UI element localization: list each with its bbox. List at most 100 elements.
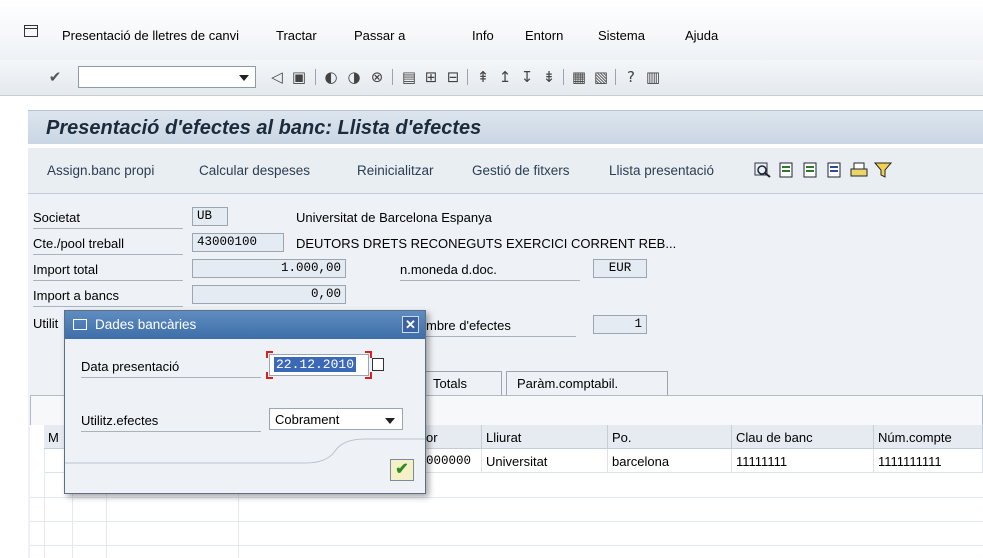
calendar-icon[interactable] (372, 358, 384, 371)
table-cell[interactable]: Universitat (482, 449, 608, 473)
cte-pool-description: DEUTORS DRETS RECONEGUTS EXERCICI CORREN… (296, 236, 677, 251)
toolbar-separator (563, 69, 564, 85)
window-icon (73, 319, 87, 330)
llista-presentacio-button[interactable]: Llista presentació (609, 163, 714, 178)
date-label: Data presentació (81, 359, 180, 374)
grid-line (44, 449, 45, 558)
nombre-efectes-field[interactable]: 1 (593, 315, 647, 334)
menu-tractar[interactable]: Tractar (276, 28, 317, 43)
last-page-icon[interactable]: ⇟ (540, 68, 558, 86)
table-cell[interactable]: barcelona (608, 449, 732, 473)
page-title: Presentació d'efectes al banc: Llista d'… (46, 117, 482, 139)
assign-banc-button[interactable]: Assign.banc propi (47, 163, 154, 178)
import-bancs-label: Import a bancs (33, 288, 119, 303)
print-icon[interactable] (850, 162, 868, 178)
window-menu-icon[interactable] (24, 25, 38, 37)
cte-pool-label: Cte./pool treball (33, 236, 125, 251)
label-underline (33, 254, 183, 255)
table-cell[interactable]: 000000 (422, 449, 482, 473)
command-field[interactable] (78, 66, 256, 88)
toolbar-separator (615, 69, 616, 85)
menu-info[interactable]: Info (472, 28, 494, 43)
help-icon[interactable]: ? (622, 68, 640, 86)
find-next-icon[interactable]: ⊟ (444, 68, 462, 86)
back-arrow-icon[interactable]: ◁ (268, 68, 286, 86)
confirm-button[interactable]: ✔ (390, 459, 414, 481)
column-header-import[interactable]: or (422, 425, 482, 449)
column-header-po[interactable]: Po. (608, 425, 732, 449)
previous-page-icon[interactable]: ↥ (496, 68, 514, 86)
tab-param-comptabil[interactable]: Paràm.comptabil. (506, 371, 668, 395)
toolbar-separator (467, 69, 468, 85)
calcular-despeses-button[interactable]: Calcular despeses (199, 163, 310, 178)
focus-corner (266, 372, 273, 379)
document-blue-icon[interactable] (826, 162, 844, 178)
title-bar: Presentació d'efectes al banc: Llista d'… (28, 110, 983, 144)
shortcut-icon[interactable]: ▧ (592, 68, 610, 86)
menu-presentacio[interactable]: Presentació de lletres de canvi (62, 28, 239, 43)
dades-bancaries-dialog: Dades bancàries ✕ Data presentació 22.12… (64, 310, 426, 494)
label-underline (81, 377, 261, 378)
table-cell[interactable]: 1111111111 (874, 449, 983, 473)
moneda-label: n.moneda d.doc. (400, 262, 497, 277)
focus-corner (266, 351, 273, 358)
column-header-clau-banc[interactable]: Clau de banc (732, 425, 874, 449)
label-underline (400, 280, 580, 281)
magnifier-icon[interactable] (754, 162, 772, 178)
import-total-label: Import total (33, 262, 99, 277)
reinicialitzar-button[interactable]: Reinicialitzar (357, 163, 434, 178)
dialog-title-bar[interactable]: Dades bancàries ✕ (65, 311, 425, 339)
menu-passar-a[interactable]: Passar a (354, 28, 405, 43)
application-toolbar: Assign.banc propi Calcular despeses Rein… (28, 148, 983, 194)
next-page-icon[interactable]: ↧ (518, 68, 536, 86)
label-underline (33, 306, 183, 307)
focus-corner (365, 372, 372, 379)
label-underline (33, 280, 183, 281)
column-header-num-compte[interactable]: Núm.compte (874, 425, 983, 449)
menu-sistema[interactable]: Sistema (598, 28, 645, 43)
standard-toolbar: ✔ ◁ ▣ ◐ ◑ ⊗ ▤ ⊞ ⊟ ⇞ ↥ ↧ ⇟ ▦ ▧ ? ▥ (0, 60, 983, 96)
document-green-icon[interactable] (778, 162, 796, 178)
close-icon[interactable]: ✕ (402, 316, 419, 333)
column-header-lliurat[interactable]: Lliurat (482, 425, 608, 449)
import-bancs-field[interactable]: 0,00 (192, 285, 346, 304)
menu-entorn[interactable]: Entorn (525, 28, 563, 43)
label-underline (426, 336, 576, 337)
tab-param-comptabil-label: Paràm.comptabil. (517, 376, 619, 391)
grid-line (30, 545, 983, 546)
print-icon[interactable]: ▤ (400, 68, 418, 86)
label-underline (33, 228, 183, 229)
chevron-down-icon[interactable] (239, 75, 249, 81)
import-total-field[interactable]: 1.000,00 (192, 259, 346, 278)
find-icon[interactable]: ⊞ (422, 68, 440, 86)
tab-totals[interactable]: Totals (422, 371, 502, 395)
nombre-efectes-label: mbre d'efectes (426, 318, 511, 333)
societat-field[interactable]: UB (192, 207, 228, 226)
back-icon[interactable]: ◐ (322, 68, 340, 86)
cte-pool-field[interactable]: 43000100 (192, 233, 284, 252)
util-efectes-select[interactable]: Cobrament (269, 408, 403, 430)
first-page-icon[interactable]: ⇞ (474, 68, 492, 86)
societat-description: Universitat de Barcelona Espanya (296, 210, 492, 225)
layout-menu-icon[interactable]: ▥ (644, 68, 662, 86)
save-icon[interactable]: ▣ (290, 68, 308, 86)
gestio-fitxers-button[interactable]: Gestió de fitxers (472, 163, 570, 178)
societat-label: Societat (33, 210, 80, 225)
menu-ajuda[interactable]: Ajuda (685, 28, 718, 43)
filter-icon[interactable] (874, 162, 892, 178)
focus-corner (365, 351, 372, 358)
date-input[interactable]: 22.12.2010 (269, 354, 369, 376)
enter-check-icon[interactable]: ✔ (46, 68, 64, 86)
toolbar-separator (315, 69, 316, 85)
new-session-icon[interactable]: ▦ (570, 68, 588, 86)
menu-bar: Presentació de lletres de canvi Tractar … (0, 0, 983, 60)
grid-line (30, 497, 983, 498)
cancel-icon[interactable]: ⊗ (368, 68, 386, 86)
document-green-icon[interactable] (802, 162, 820, 178)
chevron-down-icon[interactable] (385, 418, 395, 424)
table-cell[interactable]: 11111111 (732, 449, 874, 473)
tab-totals-label: Totals (433, 376, 467, 391)
util-efectes-label: Utilitz.efectes (81, 413, 159, 428)
moneda-field[interactable]: EUR (593, 259, 647, 278)
exit-icon[interactable]: ◑ (345, 68, 363, 86)
